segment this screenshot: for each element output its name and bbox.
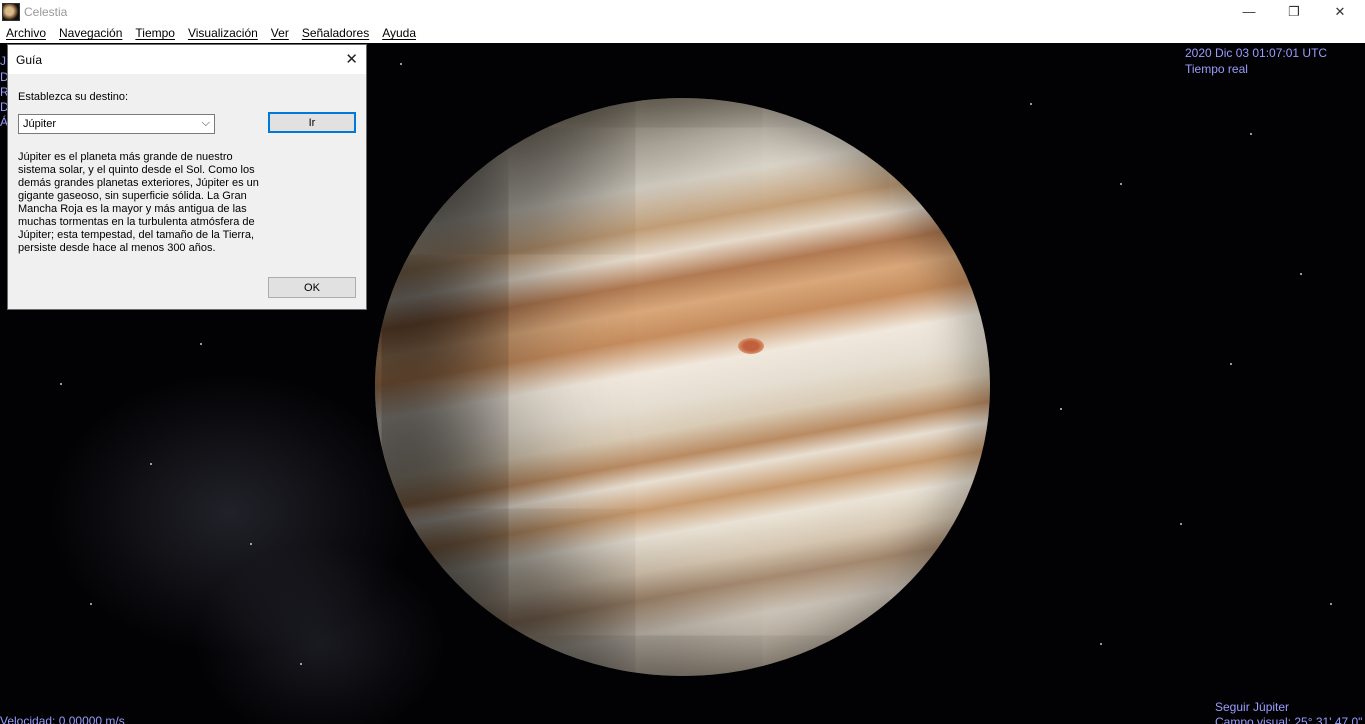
star [1120, 183, 1122, 185]
title-bar: Celestia — ❐ ✕ [0, 0, 1365, 23]
star [1030, 103, 1032, 105]
jupiter-planet[interactable] [375, 98, 990, 676]
star [300, 663, 302, 665]
go-button[interactable]: Ir [268, 112, 356, 133]
restore-button[interactable]: ❐ [1271, 0, 1317, 23]
close-window-button[interactable]: ✕ [1317, 0, 1363, 23]
star [1330, 603, 1332, 605]
destination-description: Júpiter es el planeta más grande de nues… [18, 151, 259, 254]
menu-senaladores[interactable]: Señaladores [296, 26, 376, 40]
hud-fov: Campo visual: 25° 31' 47.0" [1215, 715, 1363, 724]
menu-bar: Archivo Navegación Tiempo Visualización … [0, 23, 1365, 43]
star [60, 383, 62, 385]
star [1250, 133, 1252, 135]
star [1180, 523, 1182, 525]
hud-speed: Velocidad: 0.00000 m/s [0, 714, 125, 724]
star [90, 603, 92, 605]
destination-label: Establezca su destino: [18, 91, 129, 103]
hud-follow: Seguir Júpiter [1215, 700, 1290, 714]
menu-ayuda[interactable]: Ayuda [376, 26, 423, 40]
dialog-title-bar: Guía ✕ [8, 45, 366, 74]
menu-ver[interactable]: Ver [265, 26, 296, 40]
menu-navegacion[interactable]: Navegación [53, 26, 129, 40]
star [1060, 408, 1062, 410]
menu-archivo[interactable]: Archivo [0, 26, 53, 40]
chevron-down-icon[interactable]: ⌵ [202, 117, 210, 130]
hud-time-mode: Tiempo real [1185, 62, 1248, 76]
menu-tiempo[interactable]: Tiempo [129, 26, 182, 40]
great-red-spot [738, 338, 764, 354]
minimize-button[interactable]: — [1226, 0, 1272, 23]
star [1100, 643, 1102, 645]
celestia-app-icon[interactable] [2, 2, 20, 21]
window-title: Celestia [24, 4, 68, 19]
ok-button[interactable]: OK [268, 277, 356, 298]
star [1300, 273, 1302, 275]
destination-value: Júpiter [23, 118, 57, 130]
star [1230, 363, 1232, 365]
star [200, 343, 202, 345]
hud-info-line: J [0, 54, 6, 68]
destination-select[interactable]: Júpiter ⌵ [18, 114, 215, 134]
hud-datetime: 2020 Dic 03 01:07:01 UTC [1185, 46, 1328, 60]
star [150, 463, 152, 465]
menu-visualizacion[interactable]: Visualización [182, 26, 265, 40]
star [400, 63, 402, 65]
guide-dialog: Guía ✕ Establezca su destino: Júpiter ⌵ … [7, 44, 367, 310]
close-icon[interactable]: ✕ [345, 50, 358, 68]
star [250, 543, 252, 545]
dialog-title: Guía [16, 52, 43, 67]
